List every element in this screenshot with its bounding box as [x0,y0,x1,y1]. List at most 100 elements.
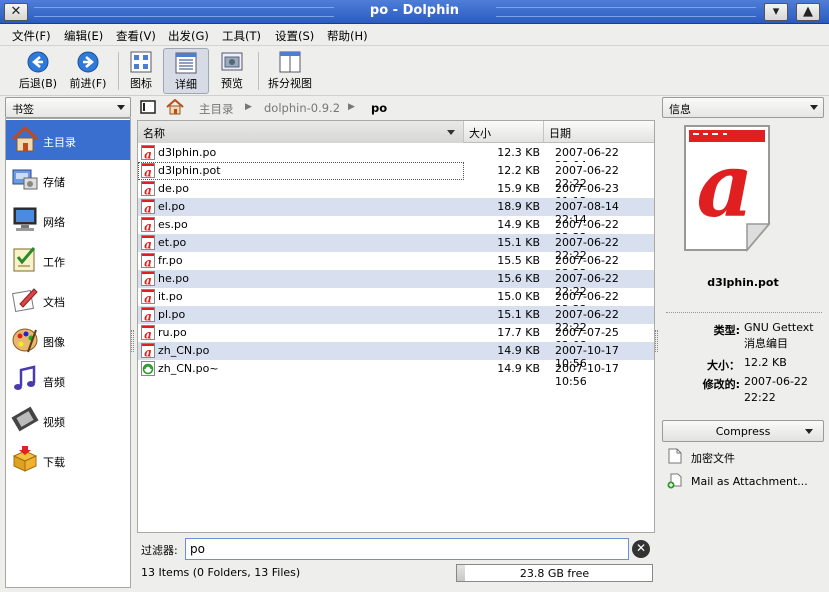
menu-help[interactable]: 帮助(H) [327,28,368,44]
file-row[interactable]: zh_CN.po~ 14.9 KB 2007-10-17 10:56 [138,360,654,388]
left-splitter-handle[interactable] [131,330,134,352]
download-box-icon [12,446,38,472]
right-splitter-handle[interactable] [655,330,658,352]
shade-button[interactable]: ▾ [764,3,788,21]
left-panel-title: 书签 [12,103,34,116]
preview-button[interactable]: 预览 [214,48,250,94]
title-bar[interactable]: ✕ po - Dolphin ▾ ▲ [0,0,829,24]
place-label: 图像 [43,336,65,349]
file-date: 2007-10-17 10:56 [555,362,619,388]
gettext-file-icon: a [141,271,155,286]
network-icon [13,207,37,231]
place-home[interactable]: 主目录 [6,120,130,160]
menu-bar: 文件(F) 编辑(E) 查看(V) 出发(G) 工具(T) 设置(S) 帮助(H… [0,24,829,46]
menu-view[interactable]: 查看(V) [116,28,156,44]
file-row[interactable]: aes.po14.9 KB2007-06-22 22:22 [138,216,654,244]
encrypt-document-icon [668,448,682,464]
place-video[interactable]: 视频 [6,400,130,440]
file-size: 17.7 KB [497,326,540,339]
menu-settings[interactable]: 设置(S) [275,28,314,44]
filter-input[interactable] [185,538,629,560]
place-label: 下载 [43,456,65,469]
chevron-down-icon [810,105,818,110]
place-audio[interactable]: 音频 [6,360,130,400]
breadcrumb-current[interactable]: po [371,101,387,115]
breadcrumb-dolphin[interactable]: dolphin-0.9.2 [264,101,340,115]
breadcrumb-separator-icon: ▶ [348,102,355,112]
icons-view-icon [130,51,152,73]
column-date[interactable]: 日期 [544,121,654,143]
right-panel-title: 信息 [669,103,691,116]
free-space-text: 23.8 GB free [519,567,590,580]
file-row[interactable]: a zh_CN.po 14.9 KB 2007-10-17 10:56 [138,342,654,370]
column-date-label: 日期 [549,127,571,140]
name-cell [138,234,464,252]
svg-text:a: a [144,328,152,341]
menu-edit[interactable]: 编辑(E) [64,28,103,44]
title-grip [496,7,756,17]
file-row[interactable]: a el.po 18.9 KB 2007-08-14 22:14 [138,198,654,226]
palette-icon [12,328,38,353]
action-label: 加密文件 [691,452,735,465]
file-size: 18.9 KB [497,200,540,213]
back-button[interactable]: 后退(B) [14,48,62,94]
home-icon[interactable] [166,99,184,115]
name-cell [138,288,464,306]
file-row[interactable]: ad3lphin.po12.3 KB2007-06-22 23:04 [138,144,654,172]
menu-file[interactable]: 文件(F) [12,28,51,44]
file-size: 15.9 KB [497,182,540,195]
right-panel-selector[interactable]: 信息 [662,97,824,118]
column-size[interactable]: 大小 [464,121,544,143]
clear-filter-icon[interactable]: ✕ [632,540,650,558]
gettext-file-icon: a [141,253,155,268]
file-row[interactable]: ade.po15.9 KB2007-06-23 01:12 [138,180,654,208]
file-details-view[interactable]: 名称 大小 日期 ad3lphin.po12.3 KB2007-06-22 23… [137,120,655,533]
breadcrumb-separator-icon: ▶ [245,102,252,112]
forward-arrow-icon [77,51,99,73]
place-label: 视频 [43,416,65,429]
gettext-file-icon: a [141,181,155,196]
toggle-editable-location-icon[interactable] [140,100,156,114]
left-panel-selector[interactable]: 书签 [5,97,131,118]
icons-view-button[interactable]: 图标 [124,48,158,94]
compress-button[interactable]: Compress [662,420,824,442]
file-row[interactable]: a pl.po 15.1 KB 2007-06-22 22:22 [138,306,654,334]
breadcrumb-home[interactable]: 主目录 [199,101,234,117]
file-row[interactable]: a et.po 15.1 KB 2007-06-22 22:22 [138,234,654,262]
place-network[interactable]: 网络 [6,200,130,240]
place-documents[interactable]: 文档 [6,280,130,320]
info-type-label: 类型: [713,324,740,337]
svg-text:a: a [696,133,753,237]
details-view-button[interactable]: 详细 [163,48,209,94]
svg-text:a: a [144,184,152,197]
file-row[interactable]: ait.po15.0 KB2007-06-22 22:22 [138,288,654,316]
file-row[interactable]: aru.po17.7 KB2007-07-25 02:08 [138,324,654,352]
file-row[interactable]: afr.po15.5 KB2007-06-22 22:22 [138,252,654,280]
place-work[interactable]: 工作 [6,240,130,280]
file-size: 12.3 KB [497,146,540,159]
split-view-button[interactable]: 拆分视图 [264,48,316,94]
menu-tools[interactable]: 工具(T) [222,28,261,44]
svg-text:a: a [144,256,152,269]
compress-label: Compress [715,425,771,438]
gettext-file-icon: a [141,217,155,232]
place-downloads[interactable]: 下载 [6,440,130,480]
preview-icon [221,52,243,71]
place-images[interactable]: 图像 [6,320,130,360]
file-row[interactable]: a d3lphin.pot 12.2 KB 2007-06-22 22:22 [138,162,654,190]
forward-button[interactable]: 前进(F) [64,48,112,94]
column-header: 名称 大小 日期 [138,121,654,143]
maximize-button[interactable]: ▲ [796,3,820,21]
file-name: he.po [158,272,189,285]
toolbar-separator [258,52,259,90]
menu-go[interactable]: 出发(G) [168,28,209,44]
file-row[interactable]: a he.po 15.6 KB 2007-06-22 22:22 [138,270,654,298]
file-size: 12.2 KB [497,164,540,177]
column-name[interactable]: 名称 [138,121,464,143]
document-pen-icon [11,288,38,313]
file-name: et.po [158,236,187,249]
gettext-file-icon: a [141,307,155,322]
details-view-label: 详细 [175,78,197,91]
place-storage[interactable]: 存储 [6,160,130,200]
backup-file-icon [141,361,155,376]
